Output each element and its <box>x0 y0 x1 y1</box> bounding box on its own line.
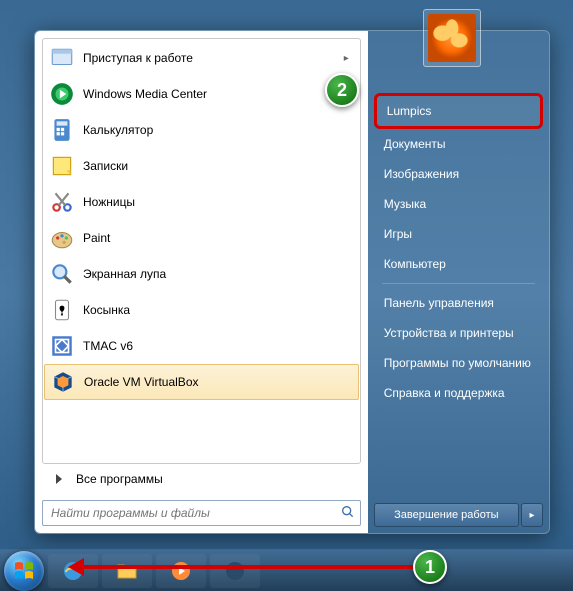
program-tmac[interactable]: TMAC v6 <box>44 328 359 364</box>
scissors-icon <box>49 189 75 215</box>
all-programs[interactable]: Все программы <box>42 464 361 494</box>
shutdown-options-button[interactable]: ▸ <box>521 503 543 527</box>
annotation-badge-1: 1 <box>413 550 447 584</box>
program-label: Косынка <box>83 303 354 317</box>
media-center-icon <box>49 81 75 107</box>
program-sticky-notes[interactable]: Записки <box>44 148 359 184</box>
virtualbox-icon <box>50 369 76 395</box>
start-button[interactable] <box>4 551 44 591</box>
program-solitaire[interactable]: Косынка <box>44 292 359 328</box>
default-programs-link[interactable]: Программы по умолчанию <box>374 348 543 378</box>
program-getting-started[interactable]: Приступая к работе ▸ <box>44 40 359 76</box>
tmac-icon <box>49 333 75 359</box>
documents-link[interactable]: Документы <box>374 129 543 159</box>
chevron-right-icon: ▸ <box>529 510 534 521</box>
getting-started-icon <box>49 45 75 71</box>
start-menu-left-panel: Приступая к работе ▸ Windows Media Cente… <box>35 31 368 533</box>
calculator-icon <box>49 117 75 143</box>
program-paint[interactable]: Paint <box>44 220 359 256</box>
all-programs-arrow-icon <box>50 470 68 488</box>
annotation-arrow-head <box>68 558 84 576</box>
annotation-badge-2: 2 <box>325 73 359 107</box>
user-picture[interactable] <box>423 9 481 67</box>
program-media-center[interactable]: Windows Media Center <box>44 76 359 112</box>
music-link[interactable]: Музыка <box>374 189 543 219</box>
taskbar-item-wmp[interactable] <box>156 554 206 588</box>
separator <box>382 283 535 284</box>
taskbar <box>0 549 573 591</box>
start-menu: Приступая к работе ▸ Windows Media Cente… <box>34 30 550 534</box>
program-snipping-tool[interactable]: Ножницы <box>44 184 359 220</box>
user-folder-link[interactable]: Lumpics <box>374 93 543 129</box>
submenu-arrow-icon: ▸ <box>344 53 354 64</box>
shutdown-button[interactable]: Завершение работы <box>374 503 519 527</box>
windows-logo-icon <box>12 559 36 583</box>
program-label: Ножницы <box>83 195 354 209</box>
program-virtualbox[interactable]: Oracle VM VirtualBox <box>44 364 359 400</box>
program-calculator[interactable]: Калькулятор <box>44 112 359 148</box>
control-panel-link[interactable]: Панель управления <box>374 288 543 318</box>
program-label: Экранная лупа <box>83 267 354 281</box>
program-label: Записки <box>83 159 354 173</box>
program-label: Oracle VM VirtualBox <box>84 375 353 389</box>
shutdown-row: Завершение работы ▸ <box>374 503 543 527</box>
taskbar-item-explorer[interactable] <box>102 554 152 588</box>
pictures-link[interactable]: Изображения <box>374 159 543 189</box>
sticky-notes-icon <box>49 153 75 179</box>
annotation-arrow-line <box>80 565 416 569</box>
program-label: TMAC v6 <box>83 339 354 353</box>
computer-link[interactable]: Компьютер <box>374 249 543 279</box>
all-programs-label: Все программы <box>76 472 163 486</box>
program-label: Калькулятор <box>83 123 354 137</box>
solitaire-icon <box>49 297 75 323</box>
paint-icon <box>49 225 75 251</box>
program-label: Windows Media Center <box>83 87 354 101</box>
taskbar-item-app[interactable] <box>210 554 260 588</box>
program-label: Приступая к работе <box>83 51 344 65</box>
program-magnifier[interactable]: Экранная лупа <box>44 256 359 292</box>
flower-image <box>428 14 476 62</box>
username-label: Lumpics <box>387 104 432 118</box>
search-icon <box>340 504 356 523</box>
generic-app-icon <box>223 559 247 583</box>
start-menu-right-panel: Lumpics Документы Изображения Музыка Игр… <box>368 31 549 533</box>
games-link[interactable]: Игры <box>374 219 543 249</box>
program-list: Приступая к работе ▸ Windows Media Cente… <box>42 38 361 464</box>
magnifier-icon <box>49 261 75 287</box>
search-box[interactable] <box>42 500 361 526</box>
wmp-icon <box>169 559 193 583</box>
search-input[interactable] <box>51 506 340 520</box>
help-support-link[interactable]: Справка и поддержка <box>374 378 543 408</box>
program-label: Paint <box>83 231 354 245</box>
folder-icon <box>115 559 139 583</box>
devices-printers-link[interactable]: Устройства и принтеры <box>374 318 543 348</box>
